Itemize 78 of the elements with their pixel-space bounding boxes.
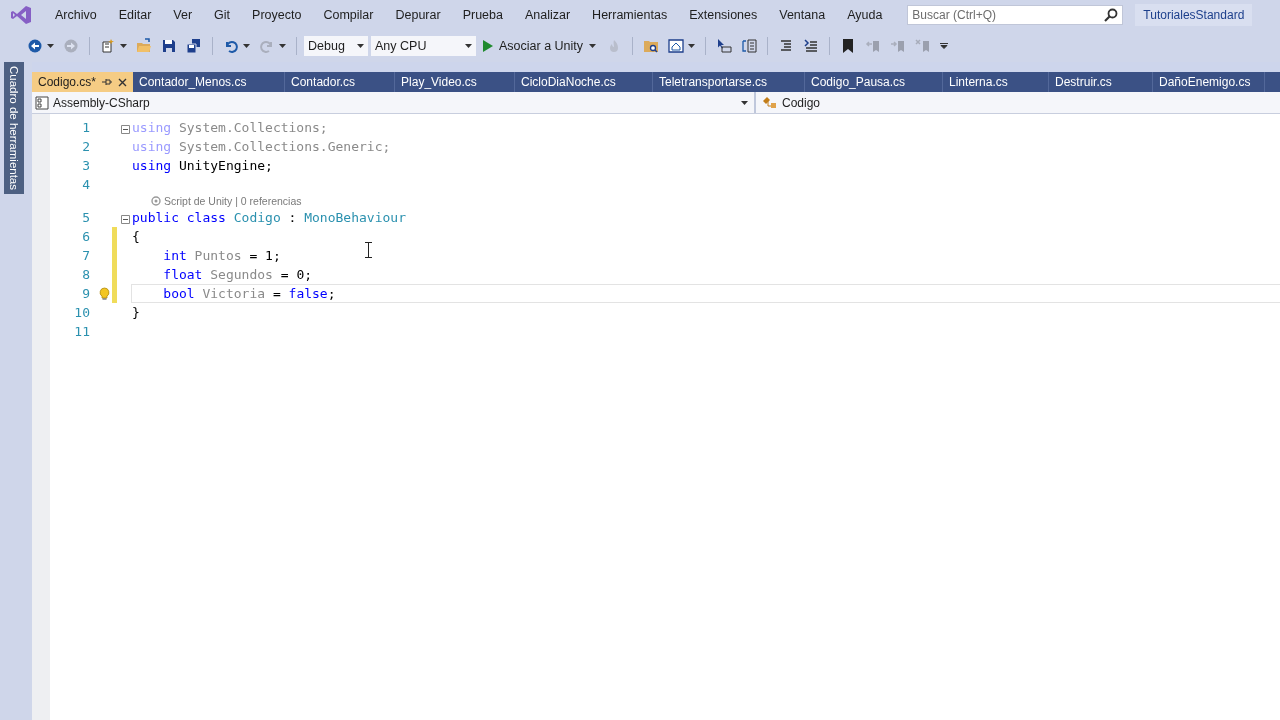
- overflow-icon: [940, 43, 949, 49]
- bookmark-clear-icon: [915, 38, 932, 54]
- code-line: using UnityEngine;: [131, 157, 273, 175]
- folder-search-icon: [643, 38, 660, 54]
- code-line: }: [131, 304, 140, 322]
- project-dropdown[interactable]: Assembly-CSharp: [32, 92, 754, 113]
- line-number: 6: [81, 229, 90, 244]
- line-number: 4: [81, 177, 90, 192]
- menu-item[interactable]: Ver: [162, 8, 204, 22]
- line-number: 8: [81, 267, 90, 282]
- code-line: public class Codigo : MonoBehaviour: [131, 209, 406, 227]
- redo-icon: [259, 38, 275, 54]
- caret-icon[interactable]: [688, 44, 696, 48]
- line-number: 3: [81, 158, 90, 173]
- project-icon: [35, 95, 49, 110]
- pin-icon[interactable]: [102, 78, 113, 86]
- window-icon: [668, 38, 685, 54]
- forward-icon: [63, 38, 79, 54]
- menu-item[interactable]: Proyecto: [241, 8, 313, 22]
- code-line: int Puntos = 1;: [162, 247, 281, 265]
- lightbulb-icon[interactable]: [99, 286, 110, 301]
- toolbox-tab[interactable]: Cuadro de herramientas: [4, 62, 24, 194]
- menu-item[interactable]: Ventana: [768, 8, 837, 22]
- search-field[interactable]: Buscar (Ctrl+Q): [907, 5, 1124, 25]
- pointer-icon: [716, 38, 733, 54]
- app-logo-icon: [10, 5, 32, 25]
- caret-icon[interactable]: [741, 100, 748, 105]
- code-line: float Segundos = 0;: [162, 266, 313, 284]
- back-icon: [27, 38, 43, 54]
- code-line: using System.Collections.Generic;: [131, 138, 391, 156]
- dropdown-field[interactable]: Any CPU: [371, 36, 476, 56]
- menu-item[interactable]: Git: [203, 8, 242, 22]
- caret-icon[interactable]: [589, 44, 597, 48]
- caret-icon[interactable]: [243, 44, 250, 48]
- line-number: 5: [81, 210, 90, 225]
- caret-icon[interactable]: [47, 44, 54, 48]
- menu-item[interactable]: Compilar: [312, 8, 385, 22]
- menu-item[interactable]: Archivo: [44, 8, 108, 22]
- collapse-icon[interactable]: [121, 215, 130, 224]
- code-line: {: [131, 228, 140, 246]
- save-all-icon: [186, 38, 202, 54]
- line-number: 1: [81, 120, 90, 135]
- play-icon: [483, 40, 493, 52]
- open-folder-icon: [136, 38, 152, 54]
- menu-item[interactable]: Ayuda: [836, 8, 894, 22]
- undo-icon: [223, 38, 239, 54]
- menu-item[interactable]: Depurar: [384, 8, 452, 22]
- close-icon[interactable]: [118, 77, 128, 87]
- line-number: 2: [81, 139, 90, 154]
- code-line: using System.Collections;: [131, 119, 328, 137]
- caret-icon[interactable]: [465, 44, 472, 48]
- menu-item[interactable]: Extensiones: [678, 8, 769, 22]
- file-tab[interactable]: Codigo.cs*: [32, 72, 134, 92]
- line-number: 7: [81, 248, 90, 263]
- menu-item[interactable]: Editar: [107, 8, 163, 22]
- line-number: 10: [73, 305, 90, 320]
- line-number: 11: [73, 324, 90, 339]
- attach-button[interactable]: Asociar a Unity: [479, 39, 601, 53]
- line-number: 9: [81, 286, 90, 301]
- menu-item[interactable]: Prueba: [451, 8, 514, 22]
- caret-icon[interactable]: [120, 44, 127, 48]
- bookmark-next-icon: [890, 38, 907, 54]
- menu-item[interactable]: Herramientas: [581, 8, 679, 22]
- class-icon: [762, 95, 778, 110]
- bookmark-prev-icon: [865, 38, 882, 54]
- caret-icon[interactable]: [357, 44, 364, 48]
- save-icon: [161, 38, 177, 54]
- comment-icon: [803, 38, 820, 54]
- collapse-icon[interactable]: [121, 125, 130, 134]
- search-icon: [1104, 8, 1119, 22]
- list-icon: [741, 38, 758, 54]
- dropdown-field[interactable]: Debug: [304, 36, 368, 56]
- text-cursor-icon: [365, 242, 372, 258]
- account-button[interactable]: TutorialesStandard: [1135, 4, 1253, 26]
- code-line: bool Victoria = false;: [131, 284, 1280, 303]
- new-item-icon: [100, 38, 116, 54]
- codelens-text[interactable]: Script de Unity | 0 referencias: [164, 195, 302, 207]
- menu-item[interactable]: Analizar: [513, 8, 582, 22]
